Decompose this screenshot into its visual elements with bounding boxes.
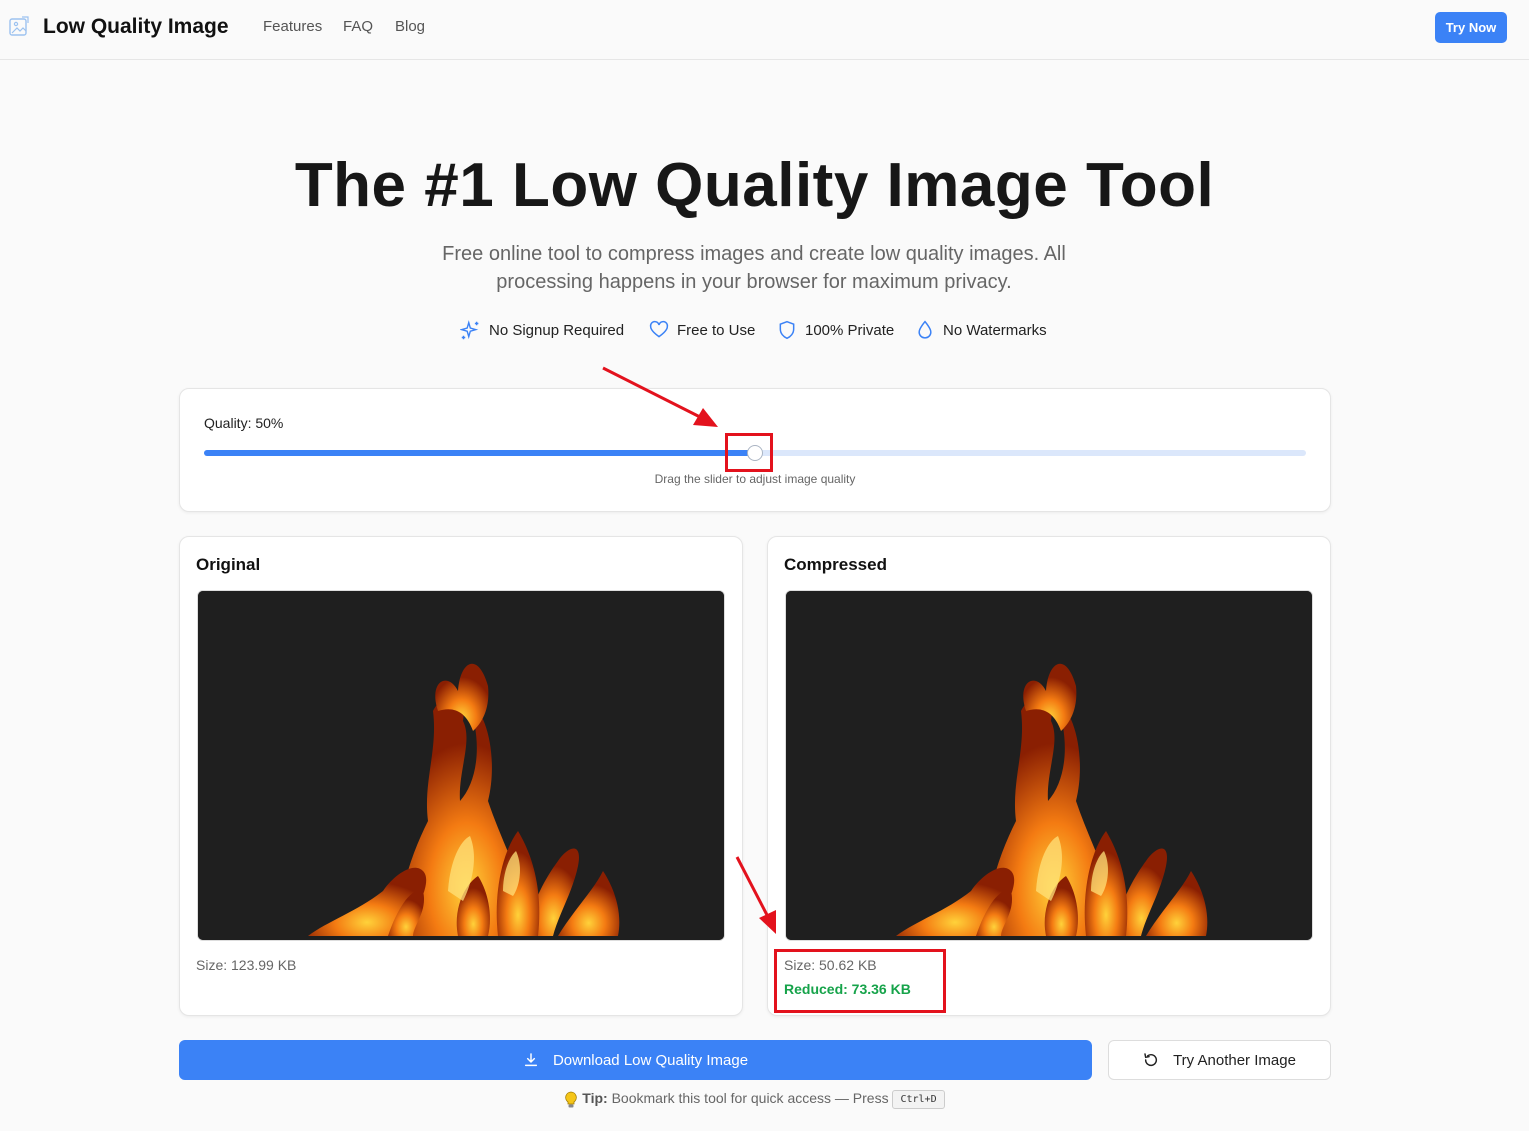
image-logo-icon	[9, 16, 29, 36]
feature-no-watermarks: No Watermarks	[915, 318, 1047, 342]
top-nav-bar: Low Quality Image Features FAQ Blog Try …	[0, 0, 1529, 60]
annotation-box-size	[774, 949, 946, 1013]
original-image-preview	[197, 590, 725, 941]
feature-label: No Watermarks	[943, 321, 1047, 339]
download-icon	[524, 1053, 538, 1067]
compressed-image-card: Compressed Size: 50.62 KB Reduced: 73.36…	[767, 536, 1331, 1016]
feature-label: 100% Private	[805, 321, 895, 339]
quality-label: Quality: 50%	[204, 415, 284, 431]
quality-slider-fill	[204, 450, 755, 456]
sparkles-icon	[460, 319, 479, 339]
refresh-icon	[1144, 1053, 1158, 1067]
keyboard-shortcut: Ctrl+D	[892, 1090, 945, 1109]
nav-link-features[interactable]: Features	[263, 18, 322, 35]
try-another-image-button[interactable]: Try Another Image	[1108, 1040, 1331, 1080]
heart-icon	[649, 320, 669, 338]
feature-no-signup: No Signup Required	[460, 318, 624, 342]
download-button-label: Download Low Quality Image	[552, 1051, 749, 1069]
nav-link-faq[interactable]: FAQ	[343, 18, 373, 35]
original-size: Size: 123.99 KB	[196, 957, 297, 973]
nav-link-blog[interactable]: Blog	[395, 18, 425, 35]
page-subtitle: Free online tool to compress images and …	[442, 243, 1066, 293]
brand-name[interactable]: Low Quality Image	[43, 15, 229, 39]
tip-label: Tip:	[582, 1090, 608, 1107]
feature-list: No Signup Required Free to Use 100% Priv…	[0, 318, 1529, 342]
compressed-image-preview	[785, 590, 1313, 941]
original-title: Original	[196, 555, 261, 574]
compressed-title: Compressed	[784, 555, 887, 574]
tip-text: Bookmark this tool for quick access — Pr…	[607, 1090, 893, 1107]
download-button[interactable]: Download Low Quality Image	[179, 1040, 1092, 1080]
fire-image	[198, 591, 724, 940]
try-another-label: Try Another Image	[1173, 1051, 1296, 1069]
slider-hint: Drag the slider to adjust image quality	[654, 472, 856, 486]
feature-free: Free to Use	[649, 318, 755, 342]
feature-private: 100% Private	[777, 318, 894, 342]
original-image-card: Original Size: 123.99 KB	[179, 536, 743, 1016]
droplet-icon	[918, 320, 932, 339]
try-now-button[interactable]: Try Now	[1435, 12, 1507, 43]
feature-label: Free to Use	[677, 321, 756, 339]
fire-image	[786, 591, 1312, 940]
page-title: The #1 Low Quality Image Tool	[294, 151, 1215, 220]
lightbulb-icon	[565, 1091, 578, 1107]
shield-icon	[779, 320, 795, 340]
annotation-box-slider	[725, 433, 773, 472]
feature-label: No Signup Required	[489, 321, 625, 339]
tip-line: Tip: Bookmark this tool for quick access…	[0, 1090, 1509, 1109]
